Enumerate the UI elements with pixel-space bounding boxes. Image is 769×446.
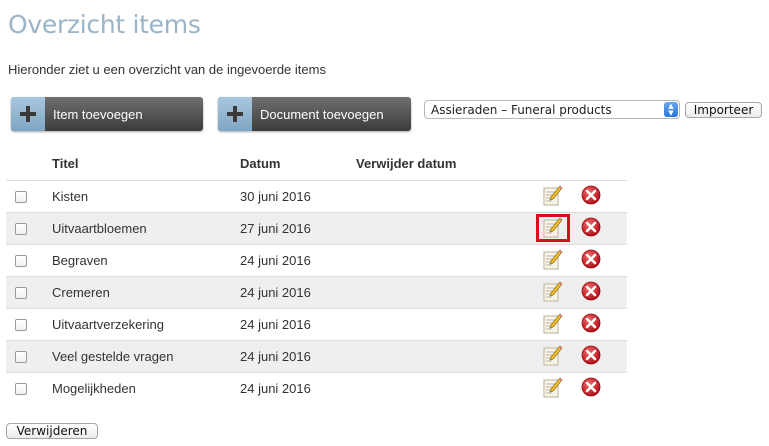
select-arrows-icon: ▲ ▼ bbox=[664, 102, 678, 117]
edit-icon[interactable] bbox=[536, 342, 570, 370]
table-header-row: Titel Datum Verwijder datum bbox=[6, 148, 627, 180]
row-date: 24 juni 2016 bbox=[240, 284, 311, 300]
import-button[interactable]: Importeer bbox=[685, 102, 762, 118]
edit-icon[interactable] bbox=[536, 374, 570, 402]
table-row: Mogelijkheden 24 juni 2016 bbox=[6, 372, 627, 404]
table-row: Cremeren 24 juni 2016 bbox=[6, 276, 627, 308]
row-checkbox[interactable] bbox=[15, 383, 27, 396]
edit-icon[interactable] bbox=[536, 182, 570, 210]
table-row: Uitvaartbloemen 27 juni 2016 bbox=[6, 212, 627, 244]
row-title: Mogelijkheden bbox=[52, 380, 136, 396]
add-document-button[interactable]: Document toevoegen bbox=[218, 97, 411, 131]
row-date: 24 juni 2016 bbox=[240, 252, 311, 268]
table-row: Begraven 24 juni 2016 bbox=[6, 244, 627, 276]
row-checkbox[interactable] bbox=[15, 255, 27, 268]
row-checkbox[interactable] bbox=[15, 223, 27, 236]
remove-icon[interactable] bbox=[580, 344, 602, 366]
row-date: 24 juni 2016 bbox=[240, 380, 311, 396]
row-delete-date bbox=[356, 308, 538, 340]
row-date: 24 juni 2016 bbox=[240, 348, 311, 364]
items-table: Titel Datum Verwijder datum Kisten 30 jun… bbox=[6, 148, 627, 404]
row-delete-date bbox=[356, 244, 538, 276]
plus-icon bbox=[11, 97, 45, 131]
row-checkbox[interactable] bbox=[15, 287, 27, 300]
category-select[interactable]: Assieraden – Funeral products ▲ ▼ bbox=[424, 100, 680, 119]
row-title: Begraven bbox=[52, 252, 108, 268]
row-checkbox[interactable] bbox=[15, 351, 27, 364]
row-title: Uitvaartbloemen bbox=[52, 220, 147, 236]
row-checkbox[interactable] bbox=[15, 319, 27, 332]
page-title: Overzicht items bbox=[8, 10, 201, 39]
row-delete-date bbox=[356, 340, 538, 372]
remove-icon[interactable] bbox=[580, 248, 602, 270]
plus-icon bbox=[218, 97, 252, 131]
edit-icon[interactable] bbox=[536, 214, 570, 242]
add-document-label: Document toevoegen bbox=[260, 106, 384, 122]
table-row: Kisten 30 juni 2016 bbox=[6, 180, 627, 212]
row-delete-date bbox=[356, 276, 538, 308]
category-select-value: Assieraden – Funeral products bbox=[431, 102, 612, 117]
row-date: 27 juni 2016 bbox=[240, 220, 311, 236]
page-intro: Hieronder ziet u een overzicht van de in… bbox=[8, 62, 326, 77]
row-delete-date bbox=[356, 180, 538, 212]
remove-icon[interactable] bbox=[580, 376, 602, 398]
row-checkbox[interactable] bbox=[15, 191, 27, 204]
row-title: Veel gestelde vragen bbox=[52, 348, 174, 364]
remove-icon[interactable] bbox=[580, 184, 602, 206]
table-row: Uitvaartverzekering 24 juni 2016 bbox=[6, 308, 627, 340]
table-row: Veel gestelde vragen 24 juni 2016 bbox=[6, 340, 627, 372]
edit-icon[interactable] bbox=[536, 310, 570, 338]
row-title: Cremeren bbox=[52, 284, 110, 300]
remove-icon[interactable] bbox=[580, 280, 602, 302]
header-title: Titel bbox=[52, 156, 79, 172]
remove-icon[interactable] bbox=[580, 312, 602, 334]
row-date: 30 juni 2016 bbox=[240, 188, 311, 204]
row-delete-date bbox=[356, 212, 538, 244]
header-delete-date: Verwijder datum bbox=[356, 156, 457, 172]
edit-icon[interactable] bbox=[536, 246, 570, 274]
row-title: Uitvaartverzekering bbox=[52, 316, 164, 332]
row-date: 24 juni 2016 bbox=[240, 316, 311, 332]
edit-icon[interactable] bbox=[536, 278, 570, 306]
remove-icon[interactable] bbox=[580, 216, 602, 238]
row-title: Kisten bbox=[52, 188, 89, 204]
add-item-button[interactable]: Item toevoegen bbox=[11, 97, 203, 131]
header-date: Datum bbox=[240, 156, 281, 172]
add-item-label: Item toevoegen bbox=[53, 106, 143, 122]
delete-selected-button[interactable]: Verwijderen bbox=[6, 423, 98, 439]
row-delete-date bbox=[356, 372, 538, 404]
